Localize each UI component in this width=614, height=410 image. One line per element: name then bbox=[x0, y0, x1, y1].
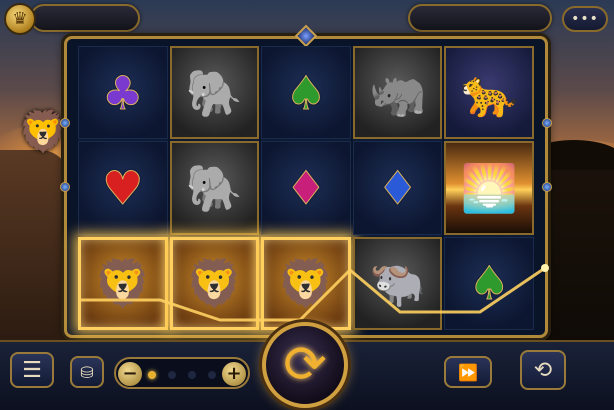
symbol-leopard: 🐆 bbox=[444, 46, 534, 140]
symbol-lion: 🦁 bbox=[169, 236, 260, 330]
menu-icon: ☰ bbox=[22, 357, 42, 383]
autoplay-icon: ⟲ bbox=[533, 357, 553, 383]
more-dots-icon: ••• bbox=[571, 11, 599, 27]
bet-level-selector: − + bbox=[114, 357, 250, 389]
rock-cliff bbox=[0, 150, 70, 350]
lion-icon: 🦁 bbox=[94, 256, 152, 311]
bet-level-dot bbox=[208, 371, 216, 379]
frame-side-gem bbox=[60, 182, 70, 192]
reel-4: 🦏 ♦ 🐃 bbox=[352, 46, 443, 330]
spin-button[interactable]: ⟳ bbox=[262, 322, 348, 408]
crown-glyph: ♛ bbox=[12, 9, 28, 29]
plus-icon: + bbox=[226, 363, 242, 384]
diamond-icon: ♦ bbox=[376, 160, 419, 215]
club-icon: ♣ bbox=[102, 65, 144, 120]
elephant-icon: 🐘 bbox=[185, 65, 244, 120]
bet-level-dot bbox=[168, 371, 176, 379]
win-panel bbox=[408, 4, 552, 32]
minus-icon: − bbox=[122, 363, 138, 384]
lion-icon: 🦁 bbox=[185, 256, 244, 311]
turbo-button[interactable]: ⏩ bbox=[444, 356, 492, 388]
reel-grid: ♣ ♥ 🦁 🐘 🐘 🦁 ♠ ♦ 🦁 🦏 ♦ 🐃 🐆 🌅 ♠ bbox=[78, 46, 534, 330]
symbol-lion: 🦁 bbox=[261, 236, 351, 330]
frame-side-gem bbox=[542, 118, 552, 128]
symbol-diamond: ♦ bbox=[352, 141, 443, 235]
crown-icon[interactable]: ♛ bbox=[4, 3, 36, 35]
symbol-rhino: 🦏 bbox=[352, 46, 443, 140]
coins-icon: ⛁ bbox=[80, 362, 94, 382]
symbol-spade: ♠ bbox=[261, 46, 351, 140]
bet-decrease-button[interactable]: − bbox=[118, 362, 142, 386]
symbol-spade: ♠ bbox=[444, 236, 534, 330]
symbol-buffalo: 🐃 bbox=[352, 236, 443, 330]
spade-icon: ♠ bbox=[285, 65, 327, 120]
diamond-icon: ♦ bbox=[285, 160, 327, 215]
symbol-elephant: 🐘 bbox=[169, 46, 260, 140]
autoplay-button[interactable]: ⟲ bbox=[520, 350, 566, 390]
elephant-icon: 🐘 bbox=[185, 160, 244, 215]
bet-level-dot bbox=[148, 371, 156, 379]
leopard-icon: 🐆 bbox=[460, 65, 518, 120]
symbol-sunset: 🌅 bbox=[444, 141, 534, 235]
buffalo-icon: 🐃 bbox=[368, 256, 427, 311]
bet-increase-button[interactable]: + bbox=[222, 362, 246, 386]
bet-settings-button[interactable]: ⛁ bbox=[70, 356, 104, 388]
fast-forward-icon: ⏩ bbox=[458, 362, 478, 382]
hamburger-menu-button[interactable]: ☰ bbox=[10, 352, 54, 388]
symbol-heart: ♥ bbox=[78, 141, 168, 235]
lion-silhouette: 🦁 bbox=[18, 109, 68, 155]
more-menu-button[interactable]: ••• bbox=[562, 6, 608, 32]
balance-panel bbox=[30, 4, 140, 32]
symbol-club: ♣ bbox=[78, 46, 168, 140]
reel-5: 🐆 🌅 ♠ bbox=[444, 46, 534, 330]
frame-side-gem bbox=[60, 118, 70, 128]
symbol-diamond: ♦ bbox=[261, 141, 351, 235]
symbol-elephant: 🐘 bbox=[169, 141, 260, 235]
symbol-lion: 🦁 bbox=[78, 236, 168, 330]
lion-icon: 🦁 bbox=[277, 256, 335, 311]
rhino-icon: 🦏 bbox=[368, 65, 427, 120]
reel-1: ♣ ♥ 🦁 bbox=[78, 46, 168, 330]
frame-side-gem bbox=[542, 182, 552, 192]
reel-3: ♠ ♦ 🦁 bbox=[261, 46, 351, 330]
reel-2: 🐘 🐘 🦁 bbox=[169, 46, 260, 330]
spin-arrows-icon: ⟳ bbox=[283, 335, 327, 395]
sunset-icon: 🌅 bbox=[460, 160, 518, 215]
spade-icon: ♠ bbox=[468, 256, 510, 311]
heart-icon: ♥ bbox=[102, 160, 144, 215]
bet-level-dot bbox=[188, 371, 196, 379]
